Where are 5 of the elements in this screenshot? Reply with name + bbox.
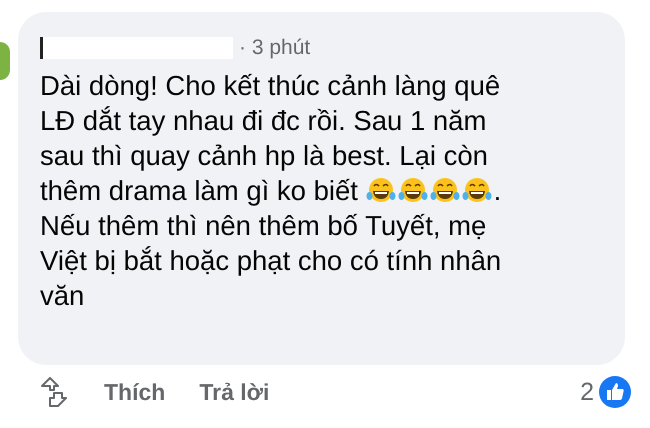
comment-time: · 3 phút — [239, 36, 310, 60]
action-link[interactable]: Trả lời — [199, 378, 270, 406]
action-link[interactable]: Thích — [104, 378, 166, 406]
comment-text: Dài dòng! Cho kết thúc cảnh làng quê LĐ dắt tay nhau đi đc rồi. Sau 1 năm sau thì quay cảnh hp là best. Lại còn thêm drama làm gì ko biết . Nếu thêm thì nên thêm bố Tuyết, mẹ Việt bị bắt hoặc phạt cho có tính nhân văn — [40, 69, 502, 313]
reaction-count: 2 — [580, 378, 594, 406]
